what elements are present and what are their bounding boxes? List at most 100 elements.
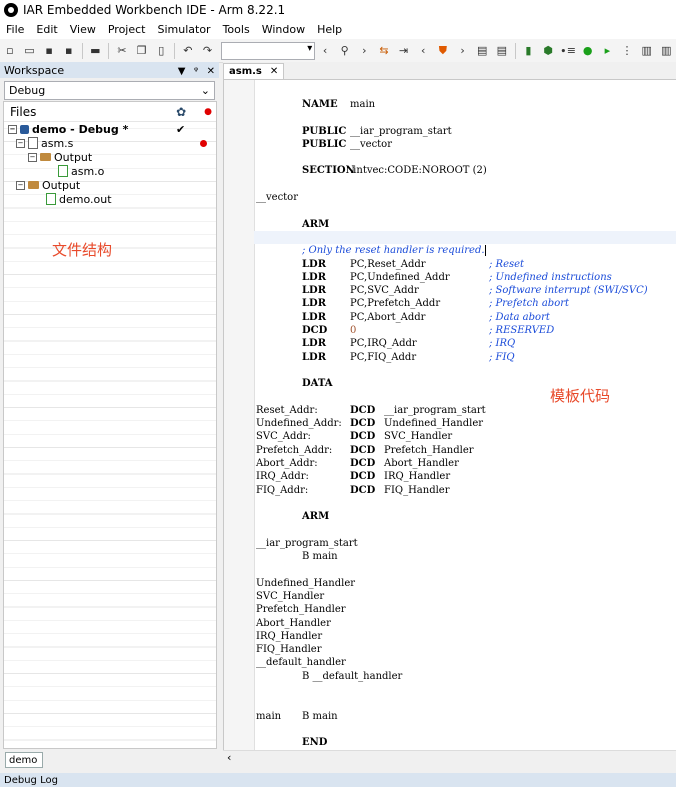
debug-without-download-icon[interactable]: ▸ — [600, 43, 616, 59]
close-icon[interactable]: ✕ — [207, 66, 215, 77]
bookmark-icon[interactable]: ⛊ — [435, 43, 451, 59]
download-debug-icon[interactable]: ● — [580, 43, 596, 59]
breakpoint-icon[interactable]: ∙≡ — [560, 43, 576, 59]
code-token: __default_handler — [256, 657, 346, 669]
undo-icon[interactable]: ↶ — [180, 43, 196, 59]
menu-window[interactable]: Window — [256, 23, 311, 36]
editor-area: asm.s ✕ NAME main PUBLIC __iar_program_star… — [223, 62, 676, 773]
compile-icon[interactable]: ▤ — [474, 43, 490, 59]
tree-item-project[interactable]: − demo - Debug * ✔ — [4, 122, 216, 136]
nav-back-icon[interactable]: ‹ — [317, 43, 333, 59]
code-token: B __default_handler — [302, 670, 403, 682]
tree-item-output-2[interactable]: − Output — [4, 178, 216, 192]
code-line: LDR PC,FIQ_Addr ; FIQ — [256, 351, 676, 364]
find-combo[interactable] — [221, 41, 316, 60]
copy-icon[interactable]: ❐ — [134, 43, 150, 59]
code-token: SVC_Handler — [384, 431, 453, 443]
build-icon[interactable]: ▮ — [521, 43, 537, 59]
open-file-icon[interactable]: ▭ — [22, 43, 38, 59]
tree-item-output[interactable]: − Output — [4, 150, 216, 164]
source-file-icon — [28, 137, 38, 149]
goto-icon[interactable]: ⇥ — [396, 43, 412, 59]
menu-bar: File Edit View Project Simulator Tools W… — [0, 20, 676, 39]
prev-icon[interactable]: ‹ — [415, 43, 431, 59]
collapse-toggle-icon[interactable]: − — [16, 180, 25, 190]
workspace-panel: Workspace ▼ ᵠ ✕ Debug ⌄ Files ✿ ● − demo… — [0, 62, 219, 773]
code-token: FIQ_Handler — [384, 484, 450, 496]
next-icon[interactable]: › — [455, 43, 471, 59]
code-line: PUBLIC __iar_program_start — [256, 125, 676, 138]
code-token: LDR — [302, 351, 327, 363]
code-text[interactable]: NAME main PUBLIC __iar_program_start PUBLIC _… — [256, 98, 676, 750]
collapse-toggle-icon[interactable]: − — [16, 138, 25, 148]
code-token: PC,Prefetch_Addr — [350, 298, 441, 310]
menu-help[interactable]: Help — [311, 23, 348, 36]
project-label: demo - Debug * — [32, 122, 129, 136]
paste-icon[interactable]: ▯ — [153, 43, 169, 59]
tree-item-obj-file[interactable]: asm.o — [4, 164, 216, 178]
print-icon[interactable]: ▬ — [88, 43, 104, 59]
editor-gutter[interactable] — [224, 80, 255, 750]
tab-label: asm.s — [229, 66, 262, 77]
code-token: DCD — [350, 418, 376, 430]
code-token: __iar_program_start — [384, 404, 486, 416]
code-token: ; FIQ — [489, 351, 515, 363]
new-file-icon[interactable]: ▫ — [2, 43, 18, 59]
tree-item-out-file[interactable]: demo.out — [4, 192, 216, 206]
toolbar-separator — [174, 42, 176, 59]
settings-gear-icon[interactable]: ✿ — [176, 105, 186, 119]
chevron-down-icon: ⌄ — [200, 84, 210, 97]
cut-icon[interactable]: ✂ — [114, 43, 130, 59]
nav-forward-icon[interactable]: › — [357, 43, 373, 59]
menu-simulator[interactable]: Simulator — [151, 23, 216, 36]
redo-icon[interactable]: ↷ — [200, 43, 216, 59]
menu-view[interactable]: View — [64, 23, 102, 36]
code-line: Undefined_Addr: DCD Undefined_Handler — [256, 417, 676, 430]
asm-file-label: asm.s — [41, 136, 74, 150]
save-all-icon[interactable]: ▪ — [61, 43, 77, 59]
search-icon[interactable]: ⚲ — [337, 43, 353, 59]
code-token: DCD — [350, 444, 376, 456]
code-line: LDR PC,Undefined_Addr ; Undefined instruct… — [256, 271, 676, 284]
save-icon[interactable]: ▪ — [41, 43, 57, 59]
text-caret — [484, 245, 486, 257]
code-token: IRQ_Addr: — [256, 471, 309, 483]
code-token: SVC_Addr: — [256, 431, 311, 443]
breakpoint-dot-icon — [200, 139, 207, 147]
horizontal-scrollbar[interactable]: ‹ — [223, 750, 676, 766]
toolbar-overflow-icon[interactable]: ⋮ — [619, 43, 635, 59]
stop-build-icon[interactable]: ⬢ — [540, 43, 556, 59]
code-token: SECTION — [302, 165, 355, 177]
workspace-tab-demo[interactable]: demo — [5, 752, 43, 768]
make-icon[interactable]: ▤ — [494, 43, 510, 59]
code-token: SVC_Handler — [256, 590, 325, 602]
code-line: NAME main — [256, 98, 676, 111]
menu-project[interactable]: Project — [102, 23, 152, 36]
pin-icon[interactable]: ᵠ — [194, 66, 198, 77]
menu-tools[interactable]: Tools — [217, 23, 256, 36]
replace-icon[interactable]: ⇆ — [376, 43, 392, 59]
collapse-toggle-icon[interactable]: − — [28, 152, 37, 162]
output-file-icon — [46, 193, 56, 205]
code-token: PC,Undefined_Addr — [350, 271, 450, 283]
layout-icon[interactable]: ▥ — [639, 43, 655, 59]
tab-asm-s[interactable]: asm.s ✕ — [223, 63, 285, 79]
code-line: FIQ_Addr: DCD FIQ_Handler — [256, 484, 676, 497]
tree-item-asm-file[interactable]: − asm.s — [4, 136, 216, 150]
dropdown-icon[interactable]: ▼ — [178, 66, 186, 77]
code-token: NAME — [302, 99, 338, 110]
layout2-icon[interactable]: ▥ — [658, 43, 674, 59]
menu-file[interactable]: File — [0, 23, 30, 36]
collapse-toggle-icon[interactable]: − — [8, 124, 17, 134]
config-select[interactable]: Debug ⌄ — [4, 81, 215, 100]
code-token: ; IRQ — [489, 338, 516, 350]
scroll-left-icon[interactable]: ‹ — [227, 751, 231, 764]
close-tab-icon[interactable]: ✕ — [270, 66, 278, 77]
code-token: Undefined_Handler — [384, 418, 484, 430]
code-token: ; Prefetch abort — [489, 298, 570, 310]
menu-edit[interactable]: Edit — [30, 23, 63, 36]
code-editor[interactable]: NAME main PUBLIC __iar_program_start PUBLIC _… — [223, 80, 676, 750]
